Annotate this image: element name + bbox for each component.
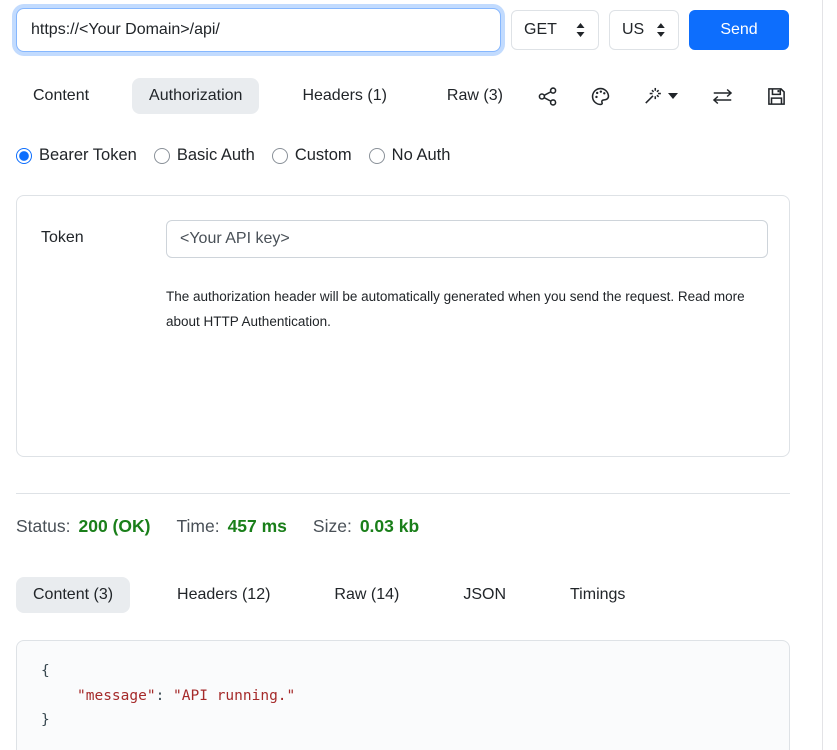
time-value: 457 ms <box>228 516 287 537</box>
save-icon[interactable] <box>767 87 786 106</box>
radio-no-auth[interactable]: No Auth <box>369 146 451 165</box>
radio-label: No Auth <box>392 146 451 165</box>
send-button[interactable]: Send <box>689 10 789 50</box>
radio-label: Bearer Token <box>39 146 137 165</box>
json-key: "message" <box>77 688 156 704</box>
radio-icon <box>369 148 385 164</box>
tab-raw[interactable]: Raw (3) <box>430 78 520 114</box>
caret-down-icon <box>668 92 678 100</box>
json-line: } <box>41 708 789 733</box>
url-input[interactable] <box>16 8 501 52</box>
request-tabs-row: Content Authorization Headers (1) Raw (3… <box>16 78 790 114</box>
resp-tab-json[interactable]: JSON <box>446 577 523 613</box>
response-summary: Status: 200 (OK) Time: 457 ms Size: 0.03… <box>16 516 790 537</box>
magic-dropdown[interactable] <box>644 87 678 106</box>
request-bar: GET US Send <box>16 8 790 52</box>
palette-icon[interactable] <box>591 87 610 106</box>
request-tabs: Content Authorization Headers (1) Raw (3… <box>16 78 520 114</box>
scrollbar-track[interactable] <box>822 0 823 750</box>
method-select[interactable]: GET <box>511 10 599 50</box>
method-select-value: GET <box>524 21 557 39</box>
radio-icon <box>272 148 288 164</box>
region-select[interactable]: US <box>609 10 679 50</box>
tab-authorization[interactable]: Authorization <box>132 78 259 114</box>
share-icon[interactable] <box>538 87 557 106</box>
request-toolbar <box>538 87 790 106</box>
size-pair: Size: 0.03 kb <box>313 516 419 537</box>
status-value: 200 (OK) <box>78 516 150 537</box>
auth-panel: Token The authorization header will be a… <box>16 195 790 457</box>
token-helper-text: The authorization header will be automat… <box>166 284 746 334</box>
size-value: 0.03 kb <box>360 516 419 537</box>
response-json: { "message": "API running." } <box>41 659 789 733</box>
resp-tab-headers[interactable]: Headers (12) <box>160 577 287 613</box>
api-client-page: GET US Send Content Authorization Header… <box>0 0 837 750</box>
radio-label: Basic Auth <box>177 146 255 165</box>
resp-tab-timings[interactable]: Timings <box>553 577 642 613</box>
radio-bearer-token[interactable]: Bearer Token <box>16 146 137 165</box>
radio-label: Custom <box>295 146 352 165</box>
magic-wand-icon <box>644 87 663 106</box>
section-divider <box>16 493 790 494</box>
response-tabs: Content (3) Headers (12) Raw (14) JSON T… <box>16 577 790 613</box>
status-label: Status: <box>16 516 70 537</box>
swap-arrows-icon[interactable] <box>712 87 733 106</box>
token-input[interactable] <box>166 220 768 258</box>
time-pair: Time: 457 ms <box>176 516 286 537</box>
token-label: Token <box>41 220 166 456</box>
json-line: { <box>41 659 789 684</box>
json-line: "message": "API running." <box>41 684 789 709</box>
size-label: Size: <box>313 516 352 537</box>
updown-arrows-icon <box>575 23 586 37</box>
auth-options: Bearer Token Basic Auth Custom No Auth <box>16 146 790 165</box>
resp-tab-raw[interactable]: Raw (14) <box>317 577 416 613</box>
radio-icon <box>154 148 170 164</box>
tab-content[interactable]: Content <box>16 78 106 114</box>
time-label: Time: <box>176 516 219 537</box>
updown-arrows-icon <box>656 23 666 37</box>
radio-icon <box>16 148 32 164</box>
token-column: The authorization header will be automat… <box>166 220 789 456</box>
response-body-panel: { "message": "API running." } <box>16 640 790 750</box>
region-select-value: US <box>622 21 644 39</box>
radio-basic-auth[interactable]: Basic Auth <box>154 146 255 165</box>
tab-headers[interactable]: Headers (1) <box>285 78 403 114</box>
radio-custom[interactable]: Custom <box>272 146 352 165</box>
resp-tab-content[interactable]: Content (3) <box>16 577 130 613</box>
status-pair: Status: 200 (OK) <box>16 516 150 537</box>
json-value: "API running." <box>173 688 295 704</box>
